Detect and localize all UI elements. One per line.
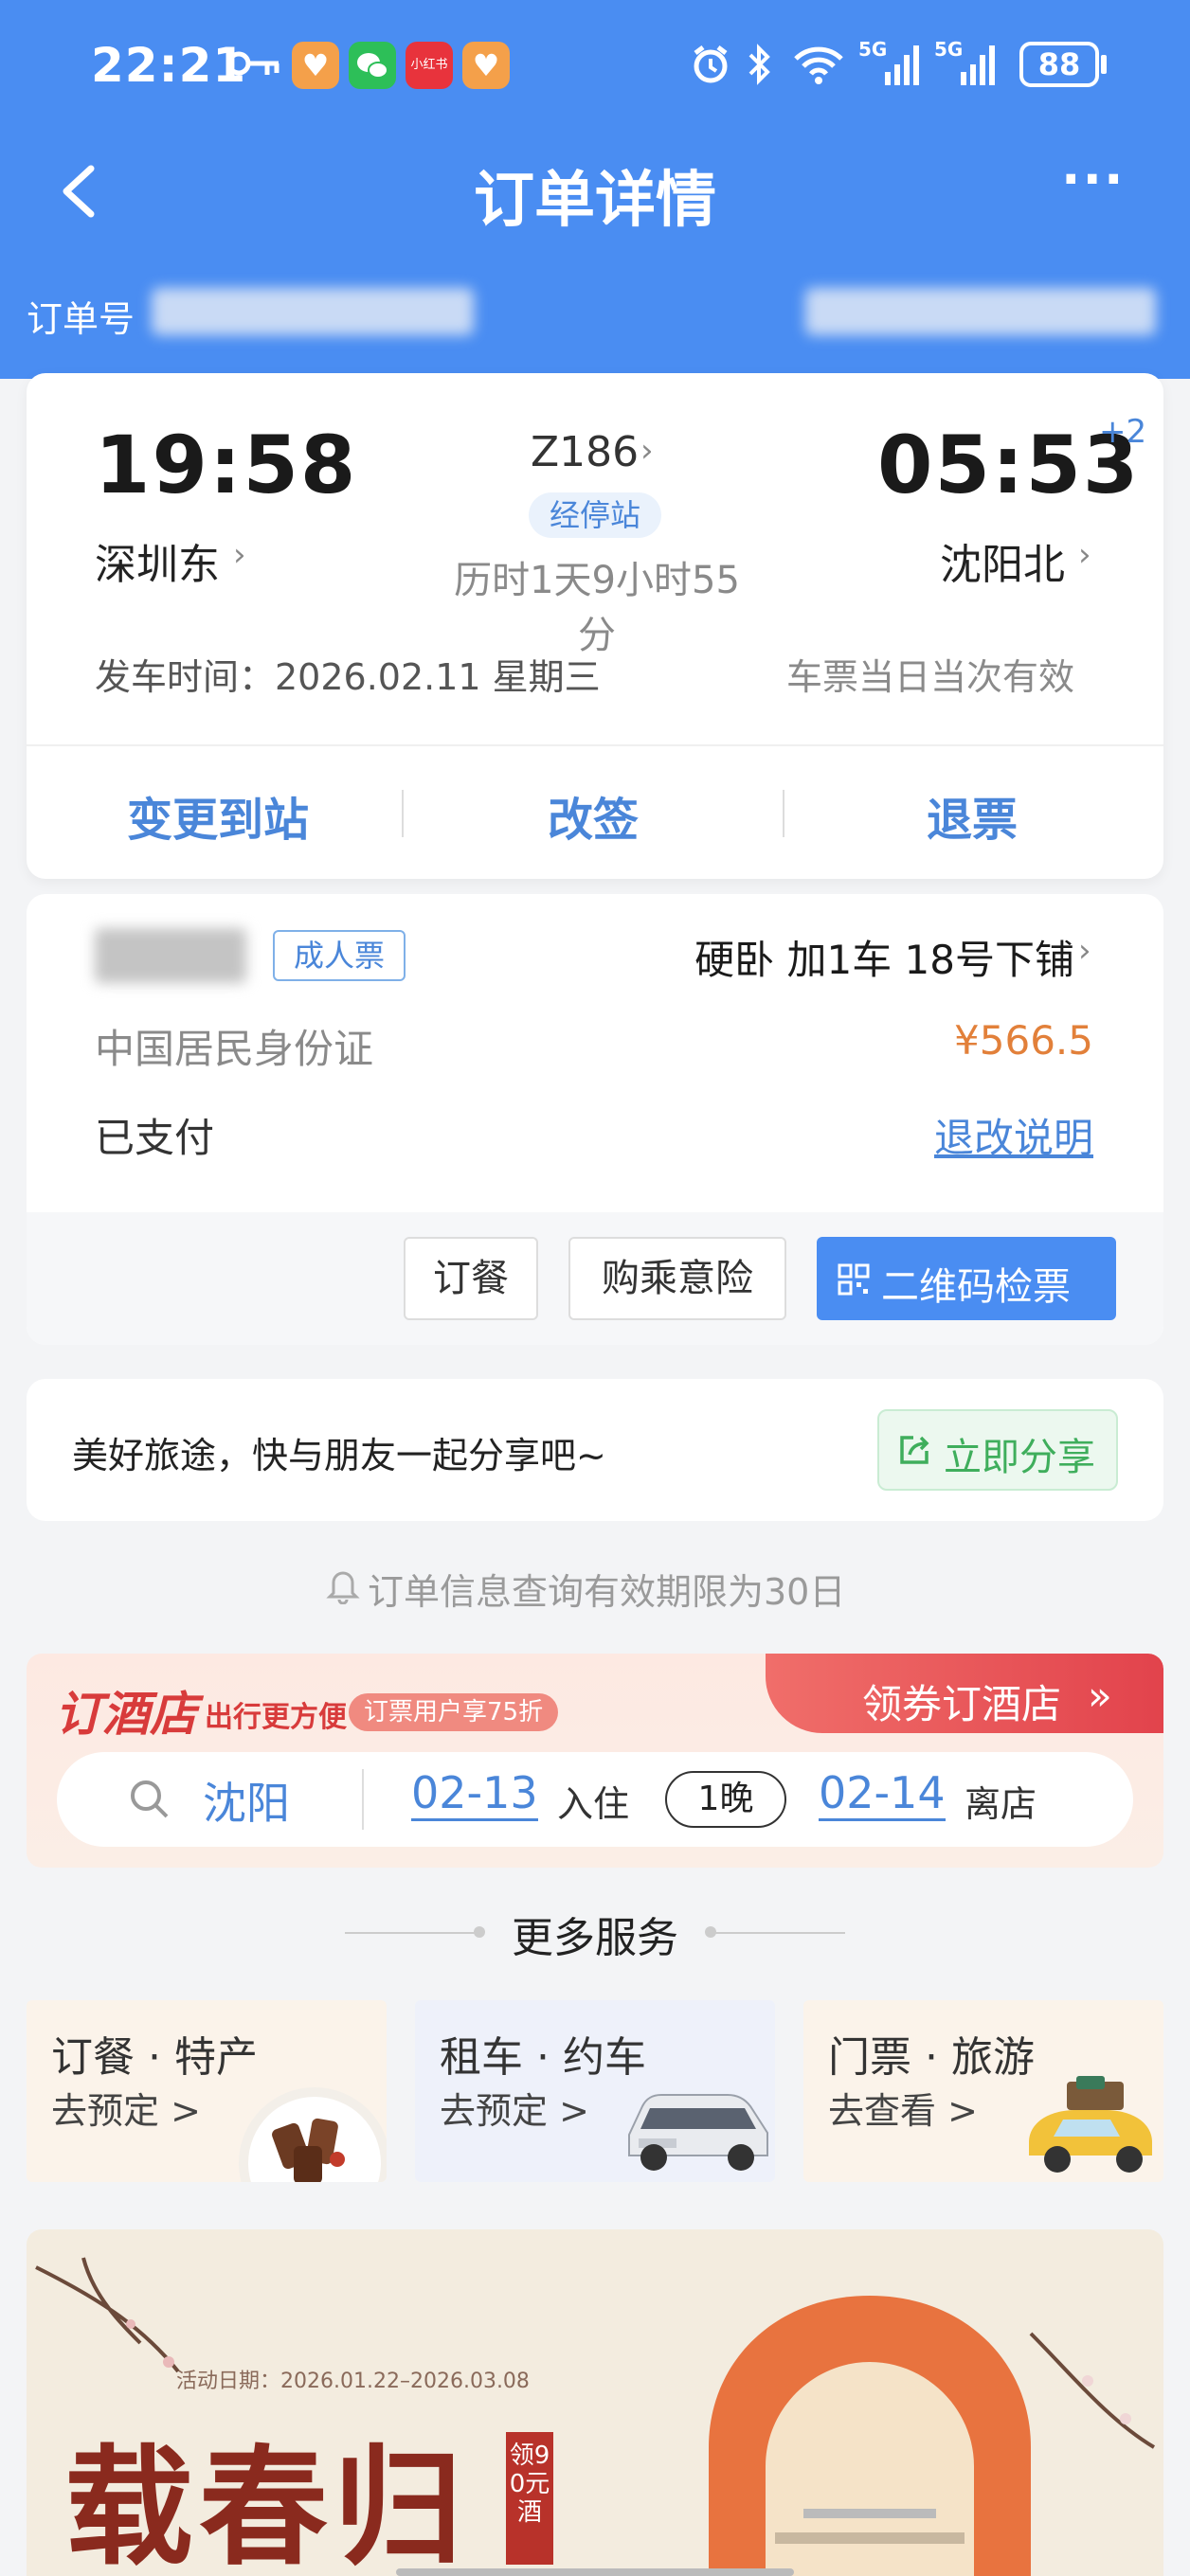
train-number[interactable]: Z186: [531, 428, 639, 476]
service-subtitle: 去预定 >: [51, 2090, 201, 2132]
order-meal-button[interactable]: 订餐: [404, 1237, 538, 1320]
refund-button[interactable]: 退票: [792, 782, 1152, 849]
chevron-right-icon: ›: [1078, 536, 1091, 574]
payment-status: 已支付: [95, 1115, 215, 1161]
chevron-right-icon: ›: [640, 432, 654, 470]
order-number-redacted: [152, 288, 474, 335]
share-icon: [896, 1432, 932, 1468]
ticket-type-badge: 成人票: [273, 930, 406, 981]
share-button-label: 立即分享: [944, 1436, 1095, 1479]
checkout-date[interactable]: 02-14: [819, 1767, 946, 1821]
more-options-button[interactable]: ···: [1061, 150, 1126, 209]
food-plate-image: [239, 2087, 387, 2182]
refund-rules-link[interactable]: 退改说明: [853, 1106, 1093, 1164]
campaign-date: 活动日期：2026.01.22–2026.03.08: [176, 2370, 530, 2393]
service-title: 门票 · 旅游: [828, 2033, 1035, 2082]
wechat-icon: [349, 42, 396, 89]
travel-car-image: [1019, 2076, 1162, 2180]
service-subtitle: 去查看 >: [828, 2090, 978, 2132]
qr-code-icon: [838, 1263, 870, 1296]
campaign-seal: 领90元酒: [506, 2432, 553, 2565]
divider: [27, 744, 1163, 746]
id-type: 中国居民身份证: [95, 1026, 374, 1072]
arrival-day-offset: +2: [1099, 413, 1147, 451]
hotel-brand: 订酒店: [55, 1687, 197, 1742]
search-icon: [127, 1777, 171, 1820]
status-time: 22:21: [91, 38, 247, 93]
checkin-date[interactable]: 02-13: [411, 1767, 538, 1821]
campaign-title: 载春归: [64, 2432, 468, 2576]
status-bar: 22:21 ♥ 小红书 ♥ 5G 5G 88: [0, 0, 1190, 133]
reschedule-button[interactable]: 改签: [413, 782, 773, 849]
xiaohongshu-icon: 小红书: [406, 42, 453, 89]
insurance-button[interactable]: 购乘意险: [568, 1237, 786, 1320]
spring-campaign-banner[interactable]: 活动日期：2026.01.22–2026.03.08 载春归 领90元酒: [27, 2229, 1163, 2576]
heart-app-icon-2: ♥: [462, 42, 510, 89]
cell-signal-icon-2: [934, 44, 997, 87]
order-code-redacted: [805, 288, 1156, 335]
checkout-label: 离店: [965, 1783, 1037, 1825]
alarm-icon: [690, 44, 731, 85]
stops-link[interactable]: 经停站: [529, 492, 661, 538]
double-chevron-icon: »: [1088, 1673, 1112, 1719]
hotel-cta-text[interactable]: 领券订酒店: [862, 1673, 1061, 1730]
bell-icon: [326, 1566, 360, 1605]
heart-app-icon: ♥: [292, 42, 339, 89]
departure-time: 19:58: [95, 419, 358, 511]
hotel-city[interactable]: 沈阳: [203, 1769, 290, 1832]
chevron-right-icon: ›: [233, 536, 246, 574]
notice-text: 订单信息查询有效期限为30日: [368, 1571, 846, 1613]
departure-station[interactable]: 深圳东: [95, 530, 220, 591]
order-number-label: 订单号: [27, 298, 135, 340]
wifi-icon: [792, 44, 845, 85]
checkin-label: 入住: [557, 1783, 630, 1825]
cell-signal-icon-1: [858, 44, 921, 87]
travel-duration: 历时1天9小时55分: [454, 559, 740, 657]
battery-tip: [1101, 55, 1107, 74]
ticket-validity: 车票当日当次有效: [786, 656, 1075, 698]
arrival-station[interactable]: 沈阳北: [940, 530, 1065, 591]
key-icon: [226, 49, 280, 78]
bluetooth-icon: [745, 44, 773, 85]
change-station-button[interactable]: 变更到站: [38, 782, 398, 849]
service-card-food[interactable]: 订餐 · 特产 去预定 >: [27, 2000, 387, 2182]
departure-date: 发车时间：2026.02.11 星期三: [95, 656, 601, 698]
service-title: 租车 · 约车: [440, 2033, 646, 2082]
nights-badge: 1晚: [665, 1771, 786, 1828]
car-image: [620, 2059, 775, 2176]
passenger-name-redacted: [95, 928, 246, 983]
chevron-right-icon: ›: [1078, 932, 1091, 970]
page-title: 订单详情: [474, 166, 716, 236]
hotel-slogan: 出行更方便: [205, 1701, 347, 1734]
service-title: 订餐 · 特产: [51, 2033, 258, 2082]
service-card-car[interactable]: 租车 · 约车 去预定 >: [415, 2000, 775, 2182]
battery-icon: 88: [1019, 42, 1099, 87]
service-card-tickets[interactable]: 门票 · 旅游 去查看 >: [803, 2000, 1163, 2182]
divider: [402, 790, 404, 837]
qr-check-label: 二维码检票: [881, 1265, 1071, 1309]
seat-info[interactable]: 硬卧 加1车 18号下铺: [658, 928, 1074, 986]
home-indicator[interactable]: [396, 2568, 794, 2576]
divider: [783, 790, 784, 837]
divider: [362, 1769, 364, 1830]
share-text: 美好旅途，快与朋友一起分享吧~: [72, 1435, 606, 1476]
hotel-promo-badge: 订票用户享75折: [349, 1693, 559, 1731]
more-services-title: 更多服务: [512, 1914, 678, 1962]
service-subtitle: 去预定 >: [440, 2090, 589, 2132]
ticket-price: ¥566.5: [954, 1017, 1093, 1064]
